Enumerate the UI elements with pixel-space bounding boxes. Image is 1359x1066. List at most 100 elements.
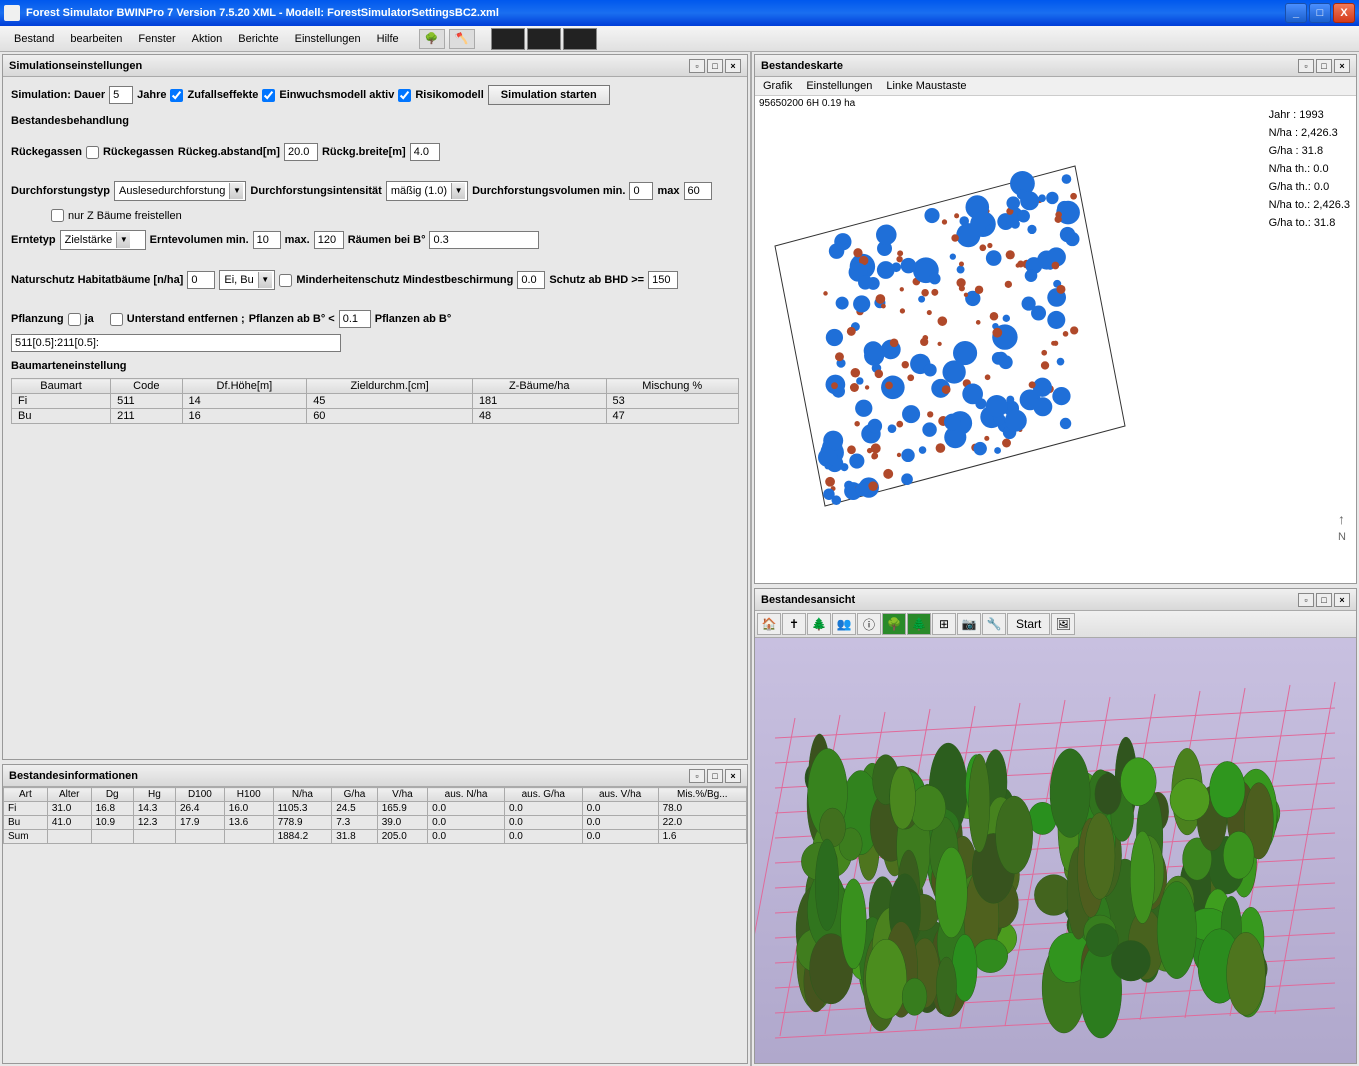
- tree2-icon[interactable]: 🌲: [807, 613, 831, 635]
- screen-icon[interactable]: 🖼: [1051, 613, 1075, 635]
- table-row[interactable]: Fi511144518153: [12, 394, 739, 409]
- menu-aktion[interactable]: Aktion: [184, 33, 231, 45]
- start-button[interactable]: Start: [1007, 613, 1050, 635]
- sim-dauer-label: Simulation: Dauer: [11, 89, 105, 101]
- karte-close-icon[interactable]: ×: [1334, 59, 1350, 73]
- ansicht-max-icon[interactable]: □: [1316, 593, 1332, 607]
- menu-bearbeiten[interactable]: bearbeiten: [62, 33, 130, 45]
- pflanz-ab-label: Pflanzen ab B° <: [249, 313, 335, 325]
- karte-id: 95650200 6H 0.19 ha: [759, 98, 855, 109]
- sim-max-icon[interactable]: □: [707, 59, 723, 73]
- durchf-int-combo[interactable]: mäßig (1.0)▼: [386, 181, 468, 201]
- close-button[interactable]: X: [1333, 3, 1355, 23]
- info-table: ArtAlterDgHgD100H100N/haG/haV/haaus. N/h…: [3, 787, 747, 844]
- thumb-2[interactable]: [527, 28, 561, 50]
- ansicht-min-icon[interactable]: ▫: [1298, 593, 1314, 607]
- karte-body[interactable]: 95650200 6H 0.19 ha Jahr : 1993 N/ha : 2…: [755, 96, 1356, 583]
- minimize-button[interactable]: _: [1285, 3, 1307, 23]
- tree-icon[interactable]: 🌳: [419, 29, 445, 49]
- info-close-icon[interactable]: ×: [725, 769, 741, 783]
- thumb-3[interactable]: [563, 28, 597, 50]
- ansicht-3d-view[interactable]: [755, 638, 1356, 1063]
- wrench-icon[interactable]: 🔧: [982, 613, 1006, 635]
- ernte-vol-min-input[interactable]: [253, 231, 281, 249]
- risiko-checkbox[interactable]: [398, 89, 411, 102]
- minder-label: Minderheitenschutz Mindestbeschirmung: [296, 274, 513, 286]
- durchf-vol-label: Durchforstungsvolumen min.: [472, 185, 625, 197]
- schutz-input[interactable]: [648, 271, 678, 289]
- karte-menu-maus[interactable]: Linke Maustaste: [886, 80, 966, 92]
- baum-col: Code: [111, 379, 182, 394]
- tree4-icon[interactable]: 🌲: [907, 613, 931, 635]
- baum-col: Zieldurchm.[cm]: [307, 379, 473, 394]
- sim-close-icon[interactable]: ×: [725, 59, 741, 73]
- sim-min-icon[interactable]: ▫: [689, 59, 705, 73]
- info-panel: Bestandesinformationen ▫ □ × ArtAlterDgH…: [2, 764, 748, 1064]
- menu-berichte[interactable]: Berichte: [230, 33, 286, 45]
- people-icon[interactable]: 👥: [832, 613, 856, 635]
- menu-fenster[interactable]: Fenster: [130, 33, 183, 45]
- grid-icon[interactable]: ⊞: [932, 613, 956, 635]
- pflanz-code-input[interactable]: [11, 334, 341, 352]
- table-row: Sum1884.231.8205.00.00.00.01.6: [4, 830, 747, 844]
- ruecke-abstand-input[interactable]: [284, 143, 318, 161]
- dauer-input[interactable]: [109, 86, 133, 104]
- table-row[interactable]: Bu21116604847: [12, 409, 739, 424]
- tree3-icon[interactable]: 🌳: [882, 613, 906, 635]
- titlebar: Forest Simulator BWINPro 7 Version 7.5.2…: [0, 0, 1359, 26]
- karte-menu-grafik[interactable]: Grafik: [763, 80, 792, 92]
- camera-icon[interactable]: 📷: [957, 613, 981, 635]
- info-col: G/ha: [332, 788, 377, 802]
- info-max-icon[interactable]: □: [707, 769, 723, 783]
- ernte-vol-label: Erntevolumen min.: [150, 234, 249, 246]
- thumb-1[interactable]: [491, 28, 525, 50]
- baum-col: Z-Bäume/ha: [472, 379, 606, 394]
- nurz-checkbox[interactable]: [51, 209, 64, 222]
- maximize-button[interactable]: □: [1309, 3, 1331, 23]
- natur-sp-combo[interactable]: Ei, Bu▼: [219, 270, 275, 290]
- durchf-int-label: Durchforstungsintensität: [250, 185, 381, 197]
- info-col: aus. N/ha: [428, 788, 505, 802]
- pflanz-head: Pflanzung: [11, 313, 64, 325]
- minder-checkbox[interactable]: [279, 274, 292, 287]
- axe-icon[interactable]: 🪓: [449, 29, 475, 49]
- ansicht-close-icon[interactable]: ×: [1334, 593, 1350, 607]
- table-row: Fi31.016.814.326.416.01105.324.5165.90.0…: [4, 802, 747, 816]
- info-min-icon[interactable]: ▫: [689, 769, 705, 783]
- karte-menu-einst[interactable]: Einstellungen: [806, 80, 872, 92]
- unterstand-checkbox[interactable]: [110, 313, 123, 326]
- menu-hilfe[interactable]: Hilfe: [369, 33, 407, 45]
- info-col: N/ha: [273, 788, 332, 802]
- menu-bestand[interactable]: Bestand: [6, 33, 62, 45]
- baum-col: Mischung %: [606, 379, 739, 394]
- karte-min-icon[interactable]: ▫: [1298, 59, 1314, 73]
- info-icon[interactable]: ⓘ: [857, 613, 881, 635]
- info-col: Mis.%/Bg...: [658, 788, 746, 802]
- home-icon[interactable]: 🏠: [757, 613, 781, 635]
- menubar: Bestand bearbeiten Fenster Aktion Berich…: [0, 26, 1359, 52]
- info-col: Dg: [91, 788, 133, 802]
- natur-n-input[interactable]: [187, 271, 215, 289]
- einwuchs-checkbox[interactable]: [262, 89, 275, 102]
- unterstand-label: Unterstand entfernen ;: [127, 313, 245, 325]
- cross-icon[interactable]: ✝: [782, 613, 806, 635]
- compass: ↑N: [1338, 511, 1346, 543]
- zufall-checkbox[interactable]: [170, 89, 183, 102]
- ruecke-abstand-label: Rückeg.abstand[m]: [178, 146, 280, 158]
- minder-input[interactable]: [517, 271, 545, 289]
- ernte-vol-max-input[interactable]: [314, 231, 344, 249]
- durchf-vol-min-input[interactable]: [629, 182, 653, 200]
- sim-start-button[interactable]: Simulation starten: [488, 85, 610, 105]
- durchf-typ-combo[interactable]: Auslesedurchforstung▼: [114, 181, 246, 201]
- info-col: aus. G/ha: [504, 788, 582, 802]
- ja-checkbox[interactable]: [68, 313, 81, 326]
- karte-max-icon[interactable]: □: [1316, 59, 1332, 73]
- ruecke-breite-input[interactable]: [410, 143, 440, 161]
- erntetyp-combo[interactable]: Zielstärke▼: [60, 230, 146, 250]
- durchf-vol-max-input[interactable]: [684, 182, 712, 200]
- raeumen-input[interactable]: [429, 231, 539, 249]
- pflanz-ab-input[interactable]: [339, 310, 371, 328]
- menu-einstellungen[interactable]: Einstellungen: [287, 33, 369, 45]
- ruecke-checkbox[interactable]: [86, 146, 99, 159]
- max-label: max: [657, 185, 679, 197]
